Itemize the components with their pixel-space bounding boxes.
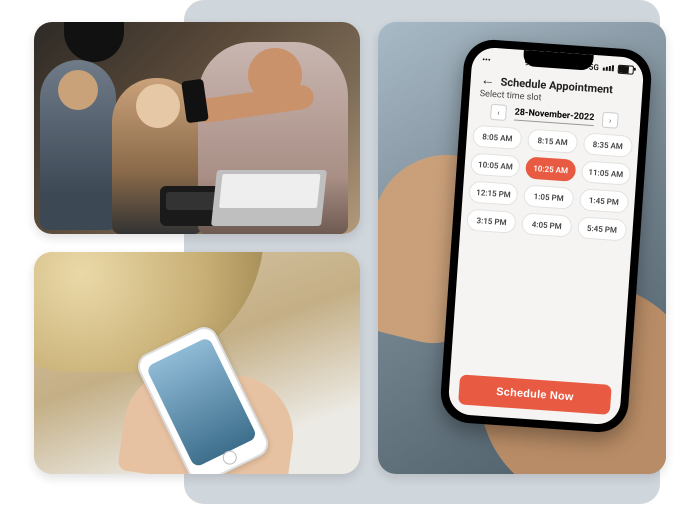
app-screen: ••• 9:41 AM 5G ← Schedule Appointment Se… xyxy=(447,46,644,425)
schedule-now-button[interactable]: Schedule Now xyxy=(458,374,612,415)
battery-icon xyxy=(618,64,635,74)
time-slot[interactable]: 10:25 AM xyxy=(525,156,576,181)
photo-holding-phone: ••• 9:41 AM 5G ← Schedule Appointment Se… xyxy=(378,22,666,474)
signal-icon xyxy=(603,65,614,72)
time-slot[interactable]: 1:05 PM xyxy=(523,184,574,209)
photo-checkin-scan xyxy=(34,22,360,234)
photo-video-call xyxy=(34,252,360,474)
time-slot[interactable]: 8:05 AM xyxy=(472,125,523,150)
time-slot[interactable]: 5:45 PM xyxy=(577,216,628,241)
status-carrier: ••• xyxy=(482,55,491,65)
back-icon[interactable]: ← xyxy=(480,73,495,88)
time-slot[interactable]: 11:05 AM xyxy=(580,160,631,185)
time-slot[interactable]: 3:15 PM xyxy=(466,208,517,233)
date-prev-button[interactable]: ‹ xyxy=(490,104,507,121)
date-next-button[interactable]: › xyxy=(602,112,619,129)
time-slot[interactable]: 12:15 PM xyxy=(468,181,519,206)
time-slot[interactable]: 4:05 PM xyxy=(521,212,572,237)
phone-device: ••• 9:41 AM 5G ← Schedule Appointment Se… xyxy=(439,38,653,434)
time-slot[interactable]: 8:35 AM xyxy=(582,132,633,157)
selected-date[interactable]: 28-November-2022 xyxy=(514,107,595,126)
time-slot[interactable]: 1:45 PM xyxy=(579,188,630,213)
laptop-icon xyxy=(211,170,327,226)
time-slot-grid: 8:05 AM8:15 AM8:35 AM 10:05 AM10:25 AM11:… xyxy=(451,124,639,375)
time-slot[interactable]: 10:05 AM xyxy=(470,153,521,178)
time-slot[interactable]: 8:15 AM xyxy=(527,129,578,154)
